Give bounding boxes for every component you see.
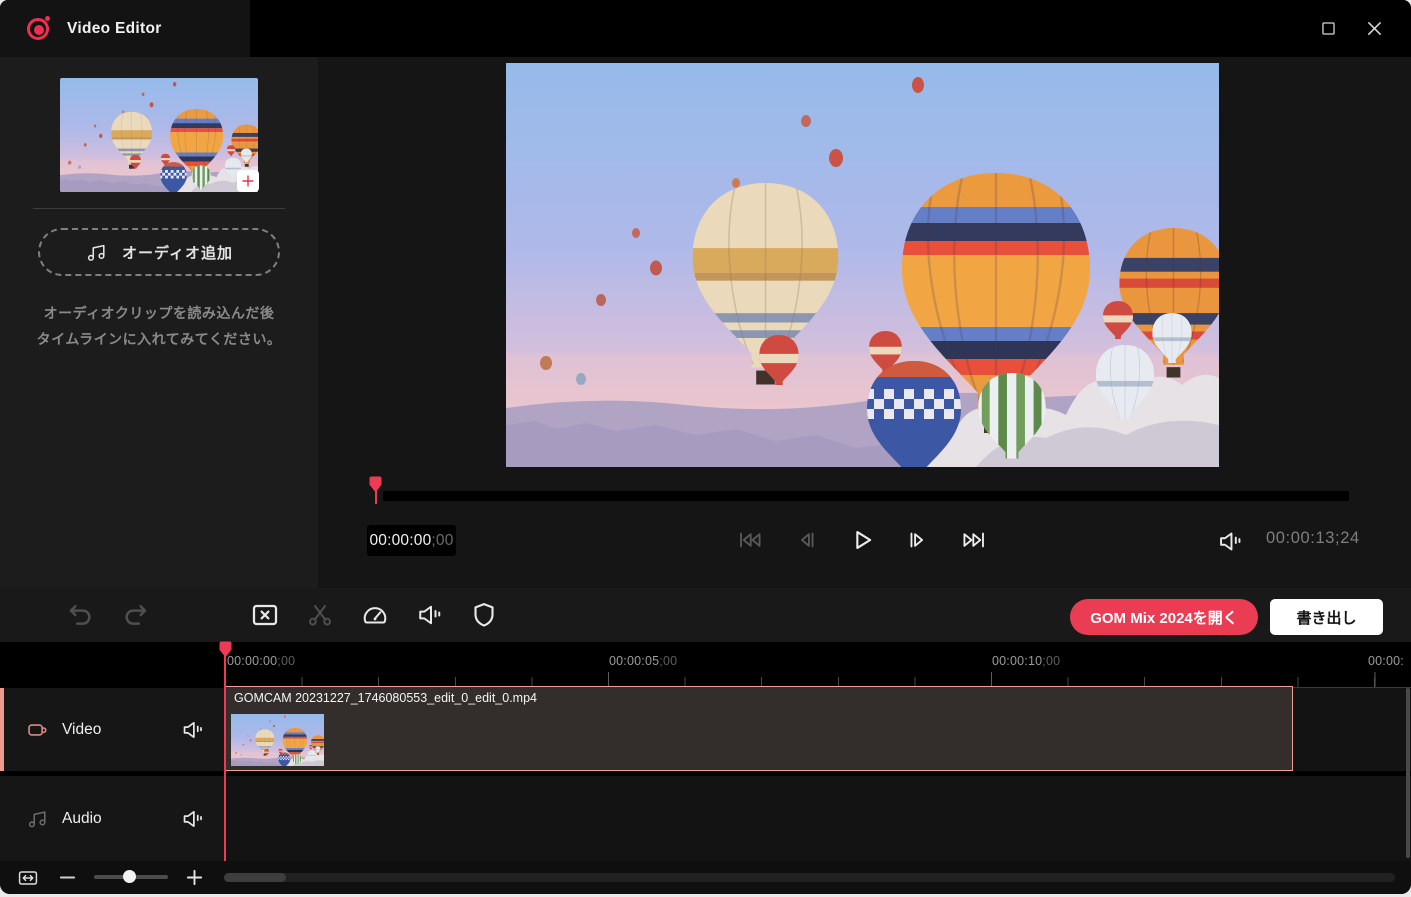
horizontal-scrollbar-thumb[interactable]	[224, 873, 286, 882]
add-audio-label: オーディオ追加	[122, 242, 233, 263]
undo-button[interactable]	[66, 600, 96, 630]
speaker-icon	[1216, 527, 1245, 556]
video-preview	[506, 63, 1219, 467]
fit-to-width-button[interactable]	[15, 867, 41, 889]
audio-hint-text: オーディオクリップを読み込んだ後 タイムラインに入れてみてください。	[0, 300, 318, 352]
protect-button[interactable]	[469, 600, 499, 630]
next-frame-icon	[904, 526, 932, 554]
timeline-vertical-scrollbar[interactable]	[1406, 688, 1410, 858]
skip-to-start-button[interactable]	[736, 526, 764, 554]
cut-button[interactable]	[305, 600, 335, 630]
ruler-label: 00:00:10;00	[992, 654, 1060, 668]
timeline-playhead-handle[interactable]	[219, 641, 232, 658]
redo-icon	[120, 600, 150, 630]
undo-icon	[66, 600, 96, 630]
video-track-mute-button[interactable]	[180, 717, 206, 743]
scissors-icon	[305, 600, 335, 630]
close-icon	[1365, 19, 1384, 38]
music-notes-icon	[85, 241, 108, 264]
export-button[interactable]: 書き出し	[1270, 599, 1383, 635]
maximize-icon	[1320, 20, 1337, 37]
playhead-pin-icon	[219, 641, 232, 658]
audio-track: Audio	[0, 776, 1411, 861]
add-clip-button[interactable]	[237, 170, 259, 192]
open-gom-mix-button[interactable]: GOM Mix 2024を開く	[1070, 599, 1258, 635]
previous-frame-icon	[792, 526, 820, 554]
redo-button[interactable]	[120, 600, 150, 630]
titlebar-tab: Video Editor	[0, 0, 250, 57]
balloon-thumbnail-image	[60, 78, 258, 192]
play-icon	[848, 526, 876, 554]
next-frame-button[interactable]	[904, 526, 932, 554]
remove-box-x-icon	[250, 600, 280, 630]
audio-track-mute-button[interactable]	[180, 806, 206, 832]
ruler-label: 00:00:	[1368, 654, 1404, 668]
ruler-ticks-major	[225, 672, 1411, 687]
app-window: Video Editor オーディオ追加 オーディオクリップを読み込んだ後 タイ…	[0, 0, 1411, 894]
titlebar: Video Editor	[0, 0, 1411, 57]
video-camera-icon	[26, 718, 49, 741]
speaker-icon	[180, 717, 206, 743]
timeline-horizontal-scrollbar[interactable]	[224, 873, 1395, 882]
audio-track-header[interactable]: Audio	[0, 776, 225, 861]
edit-toolbar: GOM Mix 2024を開く 書き出し	[0, 588, 1411, 642]
balloon-thumbnail-image	[231, 714, 324, 766]
current-time-display: 00:00:00;00	[367, 525, 456, 556]
fit-to-width-icon	[15, 867, 41, 889]
speed-button[interactable]	[360, 600, 390, 630]
clip-filename: GOMCAM 20231227_1746080553_edit_0_edit_0…	[234, 691, 537, 705]
speaker-icon	[180, 806, 206, 832]
plus-icon	[185, 868, 204, 887]
audio-track-label: Audio	[62, 810, 102, 828]
preview-playhead-handle[interactable]	[369, 476, 382, 504]
close-button[interactable]	[1351, 0, 1397, 57]
add-audio-button[interactable]: オーディオ追加	[38, 228, 280, 276]
skip-to-end-button[interactable]	[960, 526, 988, 554]
preview-panel: 00:00:00;00 00:00:13;24	[318, 57, 1411, 588]
speaker-icon	[415, 600, 445, 630]
preview-volume-button[interactable]	[1216, 527, 1244, 555]
timeline-panel: 00:00:00;00 00:00:05;00 00:00:10;00 00:0…	[0, 642, 1411, 861]
clip-volume-button[interactable]	[415, 600, 445, 630]
music-notes-icon	[26, 807, 49, 830]
video-track-label: Video	[62, 721, 101, 739]
sidebar-divider	[33, 208, 285, 209]
zoom-out-button[interactable]	[58, 868, 77, 887]
preview-seek-bar[interactable]	[383, 491, 1349, 501]
app-title: Video Editor	[67, 20, 162, 38]
balloon-video-frame	[506, 63, 1219, 467]
ruler-label: 00:00:00;00	[227, 654, 295, 668]
speed-gauge-icon	[360, 600, 390, 630]
ruler-label: 00:00:05;00	[609, 654, 677, 668]
zoom-slider-knob[interactable]	[123, 870, 136, 883]
app-logo-icon	[27, 16, 52, 41]
minus-icon	[58, 868, 77, 887]
timeline-zoom-bar	[0, 861, 1411, 894]
plus-icon	[241, 174, 255, 188]
media-sidebar: オーディオ追加 オーディオクリップを読み込んだ後 タイムラインに入れてみてくださ…	[0, 57, 318, 588]
timeline-ruler[interactable]: 00:00:00;00 00:00:05;00 00:00:10;00 00:0…	[0, 642, 1411, 688]
video-track-header[interactable]: Video	[0, 688, 225, 771]
timeline-playhead-line	[224, 652, 226, 861]
video-track-selected-indicator	[0, 688, 4, 771]
remove-clip-button[interactable]	[250, 600, 280, 630]
clip-thumbnail	[231, 714, 324, 766]
skip-to-end-icon	[960, 526, 988, 554]
media-clip-thumbnail[interactable]	[60, 78, 258, 192]
total-duration-display: 00:00:13;24	[1266, 529, 1360, 548]
timeline-clip[interactable]: GOMCAM 20231227_1746080553_edit_0_edit_0…	[225, 686, 1293, 771]
timeline-zoom-slider[interactable]	[94, 875, 168, 879]
zoom-in-button[interactable]	[185, 868, 204, 887]
shield-icon	[469, 600, 499, 630]
audio-track-lane[interactable]	[225, 776, 1411, 861]
previous-frame-button[interactable]	[792, 526, 820, 554]
maximize-button[interactable]	[1305, 0, 1351, 57]
skip-to-start-icon	[736, 526, 764, 554]
play-button[interactable]	[848, 526, 876, 554]
